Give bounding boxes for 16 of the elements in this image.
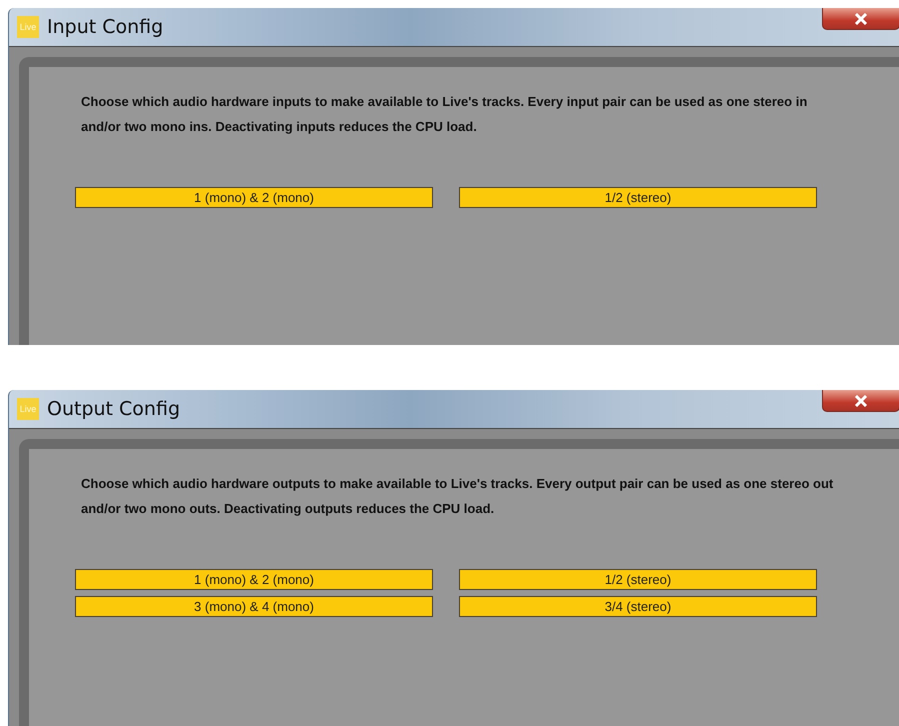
mono-pair-toggle[interactable]: 1 (mono) & 2 (mono) (75, 187, 433, 208)
app-logo: Live (17, 16, 39, 38)
mono-pair-toggle[interactable]: 1 (mono) & 2 (mono) (75, 569, 433, 590)
window-title: Output Config (47, 398, 180, 420)
stereo-pair-toggle[interactable]: 3/4 (stereo) (459, 596, 817, 618)
stereo-pair-toggle[interactable]: 1/2 (stereo) (459, 569, 817, 590)
window-title: Input Config (47, 16, 164, 38)
description-text: Choose which audio hardware outputs to make available to Live's tracks. Every output pair can be used as one stereo out and/or two mono outs. Deactivating outputs reduces the CPU load. (81, 475, 834, 518)
close-button[interactable] (822, 8, 899, 30)
close-icon (854, 12, 868, 24)
stereo-pair-toggle[interactable]: 1/2 (stereo) (459, 187, 817, 208)
app-logo: Live (17, 398, 39, 420)
close-button[interactable] (822, 390, 899, 412)
close-icon (854, 394, 868, 407)
mono-pair-toggle[interactable]: 3 (mono) & 4 (mono) (75, 596, 433, 618)
description-text: Choose which audio hardware inputs to make available to Live's tracks. Every input pair can be used as one stereo in and/or two mono ins. Deactivating inputs reduces the CPU load. (81, 93, 808, 136)
